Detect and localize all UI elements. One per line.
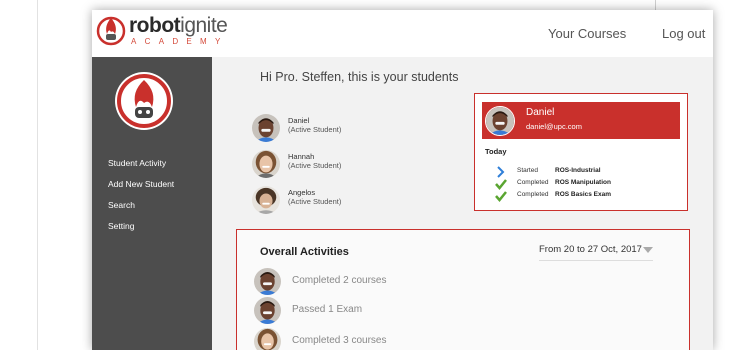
student-name: Angelos — [288, 188, 316, 197]
activity-status: Started — [517, 167, 538, 174]
brand-name-bold: robot — [129, 14, 181, 37]
activity-row: Completed ROS Basics Exam — [489, 190, 679, 202]
student-detail-name: Daniel — [526, 107, 555, 118]
sidebar-item-student-activity[interactable]: Student Activity — [108, 157, 174, 178]
activity-feed-text: Completed 2 courses — [292, 275, 387, 286]
check-icon — [495, 179, 507, 190]
page-title: Hi Pro. Steffen, this is your students — [260, 70, 459, 84]
student-status: (Active Student) — [288, 161, 342, 170]
avatar — [254, 297, 281, 324]
student-detail-card: Daniel daniel@upc.com Today Started ROS-… — [474, 93, 688, 211]
student-name: Hannah — [288, 152, 315, 161]
check-icon — [495, 191, 507, 202]
your-courses-link[interactable]: Your Courses — [548, 26, 626, 41]
chevron-down-icon — [643, 247, 653, 253]
sidebar-item-setting[interactable]: Setting — [108, 220, 174, 241]
avatar — [252, 150, 280, 178]
activity-feed-text: Completed 3 courses — [292, 335, 387, 346]
activity-row: Completed ROS Manipulation — [489, 178, 679, 190]
sidebar-menu: Student Activity Add New Student Search … — [108, 157, 174, 241]
avatar — [252, 186, 280, 214]
student-detail-email[interactable]: daniel@upc.com — [526, 122, 582, 131]
activity-status: Completed — [517, 179, 549, 186]
flame-robot-icon — [96, 16, 126, 46]
logout-link[interactable]: Log out — [662, 26, 705, 41]
app-window: robotignite ACADEMY Your Courses Log out… — [92, 10, 713, 350]
activity-feed-text: Passed 1 Exam — [292, 304, 363, 315]
student-name: Daniel — [288, 116, 310, 125]
sidebar: Student Activity Add New Student Search … — [92, 57, 212, 350]
brand-tagline: ACADEMY — [131, 37, 229, 46]
activity-row: Started ROS-Industrial — [489, 166, 679, 178]
avatar — [254, 268, 281, 295]
avatar — [485, 106, 515, 136]
brand-name: robotignite — [129, 14, 228, 37]
top-bar: robotignite ACADEMY Your Courses Log out — [92, 10, 713, 57]
activity-status: Completed — [517, 191, 549, 198]
activity-feed-item: Completed 2 courses — [254, 268, 554, 296]
sidebar-item-add-new-student[interactable]: Add New Student — [108, 178, 174, 199]
brand-name-light: ignite — [180, 14, 228, 37]
date-range-select[interactable]: From 20 to 27 Oct, 2017 — [539, 243, 653, 261]
avatar — [254, 328, 281, 350]
date-range-value: From 20 to 27 Oct, 2017 — [539, 244, 642, 255]
brand-logo[interactable]: robotignite ACADEMY — [96, 12, 256, 54]
chevron-right-icon — [497, 166, 505, 178]
student-status: (Active Student) — [288, 125, 342, 134]
today-label: Today — [485, 147, 507, 156]
activity-course[interactable]: ROS-Industrial — [555, 167, 601, 174]
avatar — [252, 114, 280, 142]
overall-activities-title: Overall Activities — [260, 246, 349, 258]
student-status: (Active Student) — [288, 197, 342, 206]
overall-activities-panel: Overall Activities From 20 to 27 Oct, 20… — [236, 229, 690, 350]
activity-feed-item: Completed 3 courses — [254, 328, 554, 350]
flame-robot-emblem-icon — [115, 72, 173, 130]
student-detail-header: Daniel daniel@upc.com — [482, 102, 680, 139]
background-divider — [37, 0, 38, 350]
sidebar-item-search[interactable]: Search — [108, 199, 174, 220]
activity-course[interactable]: ROS Manipulation — [555, 179, 611, 186]
activity-feed-item: Passed 1 Exam — [254, 297, 554, 325]
main-content: Hi Pro. Steffen, this is your students D… — [212, 57, 713, 350]
activity-course[interactable]: ROS Basics Exam — [555, 191, 611, 198]
